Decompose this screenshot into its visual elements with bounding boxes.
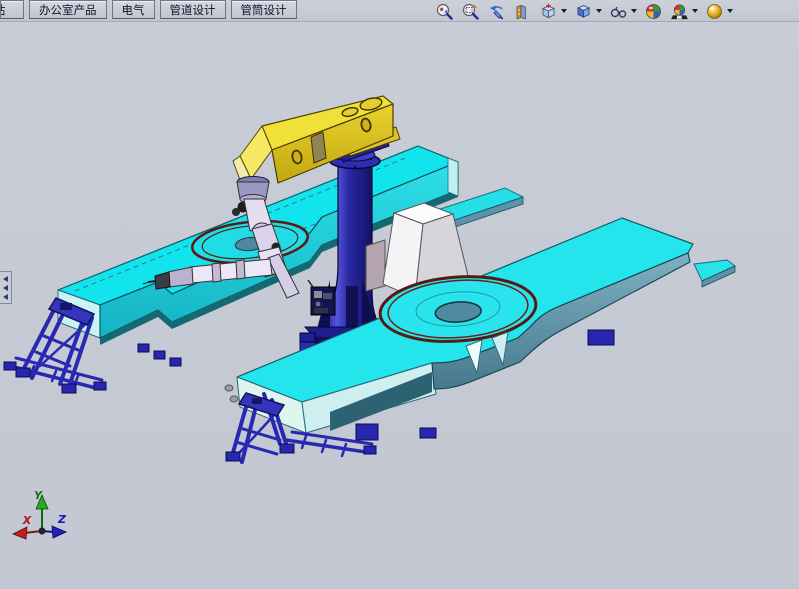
- gray-box[interactable]: [366, 240, 385, 291]
- hide-show-items-button[interactable]: [609, 2, 637, 21]
- triad-y-label: Y: [34, 489, 43, 502]
- tab-tubing-design[interactable]: 管筒设计: [231, 0, 297, 19]
- dropdown-caret[interactable]: [561, 9, 567, 13]
- heads-up-view-toolbar: [435, 1, 733, 21]
- triad-x-label: X: [22, 514, 32, 527]
- section-view-button[interactable]: [513, 2, 532, 21]
- panel-splitter-handle[interactable]: [0, 271, 12, 304]
- collapse-arrow-icon: [3, 276, 8, 282]
- collapse-arrow-icon: [3, 294, 8, 300]
- triad-z-label: Z: [57, 513, 67, 526]
- view-settings-button[interactable]: [705, 2, 733, 21]
- view-cube-icon: [539, 2, 558, 21]
- tab-partial[interactable]: 估: [0, 0, 24, 19]
- view-orientation-button[interactable]: [539, 2, 567, 21]
- tab-electrical[interactable]: 电气: [112, 0, 155, 19]
- section-view-icon: [513, 2, 532, 21]
- zoom-fit-icon: [435, 2, 454, 21]
- dropdown-caret[interactable]: [727, 9, 733, 13]
- shaded-cube-icon: [574, 2, 593, 21]
- zoom-area-icon: [461, 2, 480, 21]
- gold-sphere-icon: [705, 2, 724, 21]
- tab-piping-design[interactable]: 管道设计: [160, 0, 226, 19]
- zoom-to-area-button[interactable]: [461, 2, 480, 21]
- viewport-3d[interactable]: X Y Z: [0, 0, 799, 589]
- tab-office-products[interactable]: 办公室产品: [29, 0, 107, 19]
- display-style-button[interactable]: [574, 2, 602, 21]
- edit-appearance-button[interactable]: [644, 2, 663, 21]
- scene-sphere-icon: [670, 2, 689, 21]
- dropdown-caret[interactable]: [631, 9, 637, 13]
- dropdown-caret[interactable]: [692, 9, 698, 13]
- tab-partial-label: 估: [0, 2, 6, 18]
- previous-view-button[interactable]: [487, 2, 506, 21]
- apply-scene-button[interactable]: [670, 2, 698, 21]
- previous-view-icon: [487, 2, 506, 21]
- zoom-to-fit-button[interactable]: [435, 2, 454, 21]
- application-window: X Y Z 估 办公室产品 电气 管道设计 管筒设计: [0, 0, 799, 589]
- eyeglasses-icon: [609, 2, 628, 21]
- color-sphere-icon: [644, 2, 663, 21]
- dropdown-caret[interactable]: [596, 9, 602, 13]
- collapse-arrow-icon: [3, 285, 8, 291]
